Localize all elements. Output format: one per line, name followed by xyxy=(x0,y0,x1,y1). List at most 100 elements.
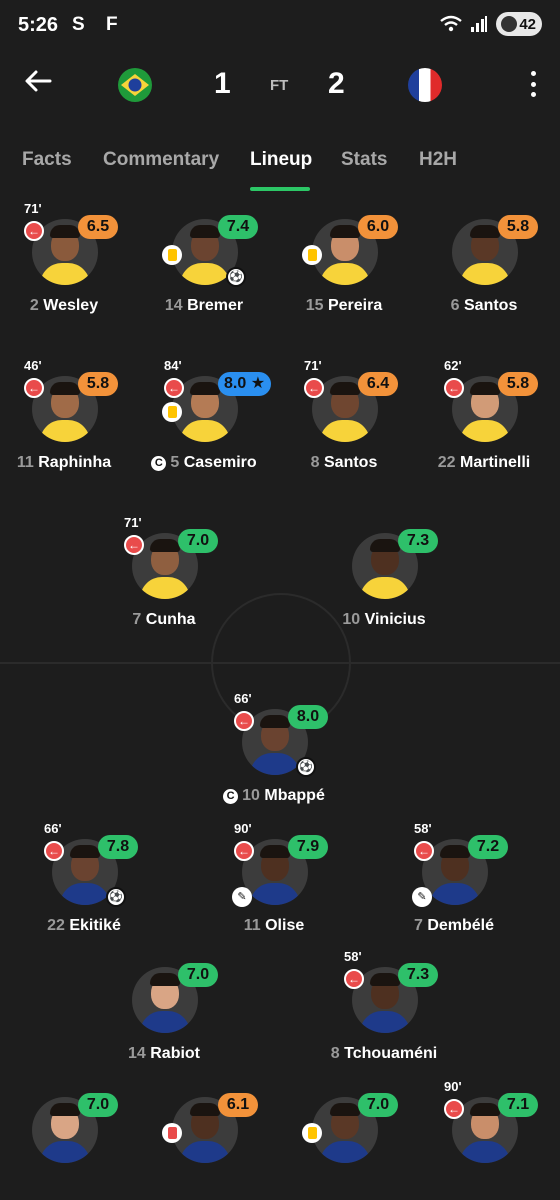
player-name: Vinicius xyxy=(364,611,426,628)
player-card[interactable]: 8.0 ★ 84' ← C 5 Casemiro xyxy=(134,352,274,482)
france-flag-icon[interactable] xyxy=(408,68,442,102)
status-time: 5:26 xyxy=(18,14,59,36)
substitution-out-icon: ← xyxy=(444,378,464,398)
player-card[interactable]: 7.2 58' ← ✎ 7 Dembélé xyxy=(384,815,524,945)
brazil-flag-icon[interactable] xyxy=(118,68,152,102)
substitution-minute: 90' xyxy=(234,821,252,836)
player-rating-badge: 6.1 xyxy=(218,1093,258,1117)
player-name: Wesley xyxy=(43,297,99,314)
tab-stats[interactable]: Stats xyxy=(341,149,387,171)
tab-h2h[interactable]: H2H xyxy=(419,149,457,171)
player-name-label: 14 Rabiot xyxy=(74,1045,254,1063)
substitution-minute: 46' xyxy=(24,358,42,373)
lineup-pitch: 6.5 71' ← 2 Wesley 7.4 ⚽ 14 Bremer 6.0 15 Pereir… xyxy=(0,195,560,1200)
player-number: 22 xyxy=(47,917,65,934)
home-score: 1 xyxy=(214,67,231,100)
match-tabs: Facts Commentary Lineup Stats H2H xyxy=(0,145,560,195)
player-card[interactable]: 5.8 62' ← 22 Martinelli xyxy=(414,352,554,482)
tab-commentary[interactable]: Commentary xyxy=(103,149,219,171)
red-card-icon xyxy=(162,1123,182,1143)
substitution-out-icon: ← xyxy=(344,969,364,989)
player-name: Santos xyxy=(464,297,518,314)
substitution-minute: 66' xyxy=(234,691,252,706)
substitution-out-icon: ← xyxy=(124,535,144,555)
player-rating-badge: 7.0 xyxy=(178,963,218,987)
player-name: Martinelli xyxy=(460,454,531,471)
substitution-out-icon: ← xyxy=(444,1099,464,1119)
player-rating-badge: 7.2 xyxy=(468,835,508,859)
substitution-out-icon: ← xyxy=(234,711,254,731)
player-number: 8 xyxy=(330,1045,340,1062)
substitution-out-icon: ← xyxy=(24,378,44,398)
assist-boot-icon: ✎ xyxy=(412,887,432,907)
substitution-out-icon: ← xyxy=(304,378,324,398)
player-rating-badge: 7.4 xyxy=(218,215,258,239)
player-name: Cunha xyxy=(145,611,196,628)
player-number: 7 xyxy=(132,611,142,628)
player-rating-badge: 5.8 xyxy=(498,215,538,239)
player-rating-badge: 6.4 xyxy=(358,372,398,396)
player-number: 10 xyxy=(342,611,361,628)
battery-saver-icon xyxy=(501,16,517,32)
match-header: 1 FT 2 xyxy=(0,55,560,115)
player-name-label: 22 Martinelli xyxy=(394,454,560,472)
wifi-icon xyxy=(440,15,462,32)
player-card[interactable]: 6.0 15 Pereira xyxy=(274,195,414,325)
substitution-out-icon: ← xyxy=(44,841,64,861)
player-number: 2 xyxy=(29,297,39,314)
player-card[interactable]: 7.4 ⚽ 14 Bremer xyxy=(134,195,274,325)
player-card[interactable]: 6.1 xyxy=(134,1073,274,1200)
player-rating-badge: 7.0 xyxy=(78,1093,118,1117)
player-card[interactable]: 7.9 90' ← ✎ 11 Olise xyxy=(204,815,344,945)
player-card[interactable]: 7.3 10 Vinicius xyxy=(314,509,454,639)
player-name-label: C 10 Mbappé xyxy=(184,787,364,805)
player-card[interactable]: 7.8 66' ← ⚽ 22 Ekitiké xyxy=(14,815,154,945)
player-rating-badge: 7.8 xyxy=(98,835,138,859)
player-card[interactable]: 7.1 90' ← xyxy=(414,1073,554,1200)
signal-icon xyxy=(471,16,487,32)
player-rating-badge: 7.9 xyxy=(288,835,328,859)
player-name: Rabiot xyxy=(150,1045,201,1062)
player-card[interactable]: 7.0 xyxy=(0,1073,134,1200)
player-name: Santos xyxy=(324,454,378,471)
substitution-minute: 71' xyxy=(124,515,142,530)
player-rating-badge: 7.3 xyxy=(398,529,438,553)
match-status: FT xyxy=(270,77,289,94)
player-card[interactable]: 6.4 71' ← 8 Santos xyxy=(274,352,414,482)
player-number: 7 xyxy=(413,917,423,934)
more-options-icon[interactable] xyxy=(530,71,536,97)
player-card[interactable]: 7.0 xyxy=(274,1073,414,1200)
player-name: Ekitiké xyxy=(69,917,121,934)
player-number: 11 xyxy=(16,454,34,471)
player-name: Pereira xyxy=(327,297,383,314)
substitution-out-icon: ← xyxy=(164,378,184,398)
player-name: Tchouaméni xyxy=(344,1045,438,1062)
player-name: Casemiro xyxy=(183,454,257,471)
player-card[interactable]: 7.0 71' ← 7 Cunha xyxy=(94,509,234,639)
goal-ball-icon: ⚽ xyxy=(296,757,316,777)
yellow-card-icon xyxy=(162,402,182,422)
substitution-minute: 66' xyxy=(44,821,62,836)
player-name-label: 10 Vinicius xyxy=(294,611,474,629)
active-tab-indicator xyxy=(250,187,310,191)
back-arrow-icon[interactable] xyxy=(22,65,54,97)
status-notification-icons: S F xyxy=(72,14,126,35)
player-name: Raphinha xyxy=(38,454,112,471)
captain-icon: C xyxy=(151,456,167,471)
player-card[interactable]: 8.0 66' ← ⚽ C 10 Mbappé xyxy=(204,685,344,815)
player-card[interactable]: 7.0 14 Rabiot xyxy=(94,943,234,1073)
player-card[interactable]: 7.3 58' ← 8 Tchouaméni xyxy=(314,943,454,1073)
player-rating-badge: 6.0 xyxy=(358,215,398,239)
substitution-minute: 71' xyxy=(304,358,322,373)
player-number: 14 xyxy=(164,297,183,314)
player-number: 14 xyxy=(127,1045,146,1062)
captain-icon: C xyxy=(223,789,239,804)
substitution-minute: 58' xyxy=(344,949,362,964)
player-card[interactable]: 5.8 6 Santos xyxy=(414,195,554,325)
player-name: Bremer xyxy=(187,297,244,314)
player-name: Olise xyxy=(265,917,305,934)
tab-facts[interactable]: Facts xyxy=(22,149,72,171)
tab-lineup[interactable]: Lineup xyxy=(250,149,312,171)
battery-level: 42 xyxy=(519,15,536,33)
player-number: 22 xyxy=(437,454,456,471)
